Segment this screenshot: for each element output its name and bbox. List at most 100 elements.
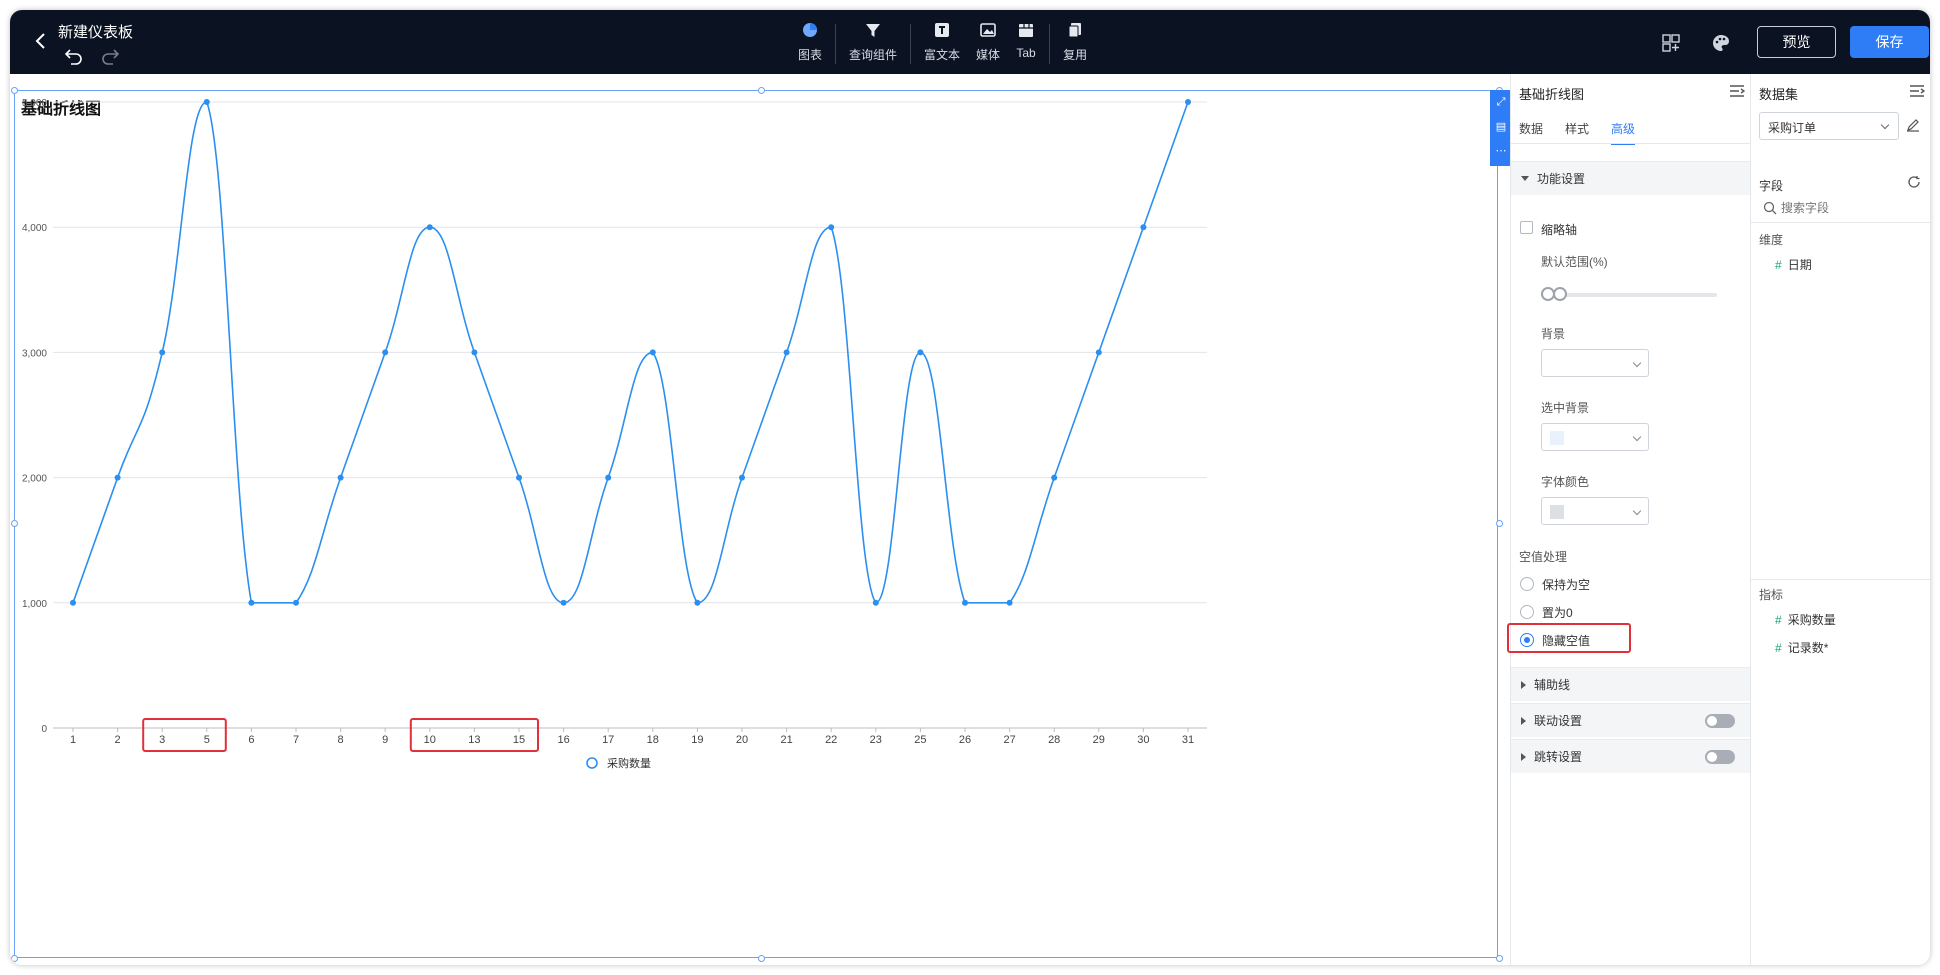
- null-handling-label: 空值处理: [1519, 550, 1568, 564]
- tool-label: 富文本: [924, 48, 961, 62]
- radio-label: 置为0: [1542, 606, 1573, 620]
- refresh-icon[interactable]: [1907, 175, 1921, 189]
- thumbnail-axis-checkbox[interactable]: [1520, 221, 1533, 234]
- resize-handle[interactable]: [1496, 520, 1503, 527]
- dataset-selected: 采购订单: [1768, 121, 1817, 135]
- search-field-input[interactable]: [1781, 198, 1921, 218]
- dataset-select[interactable]: 采购订单: [1759, 112, 1899, 140]
- resize-handle[interactable]: [758, 87, 765, 94]
- dataset-panel: 数据集 采购订单 字段 维度 # 日期 指标 # 采购数量 # 记录数*: [1750, 74, 1930, 965]
- dashboard-title[interactable]: 新建仪表板: [58, 21, 133, 42]
- x-tick-label: 17: [602, 734, 614, 746]
- x-tick-label: 5: [204, 734, 210, 746]
- font-color-label: 字体颜色: [1541, 475, 1590, 489]
- caret-right-icon: [1521, 716, 1526, 725]
- resize-handle[interactable]: [11, 87, 18, 94]
- resize-handle[interactable]: [1496, 955, 1503, 962]
- tool-richtext[interactable]: 富文本: [916, 20, 968, 68]
- data-point: [471, 349, 478, 356]
- divider: [1751, 579, 1930, 580]
- tab-style[interactable]: 样式: [1565, 120, 1589, 145]
- line-chart[interactable]: 01,0002,0003,0004,0005,0001 2 3 5 6 7 8 9 10 13 15…: [15, 91, 1499, 959]
- linkage-toggle[interactable]: [1705, 714, 1735, 728]
- jump-toggle[interactable]: [1705, 750, 1735, 764]
- expand-icon[interactable]: ⤢: [1490, 90, 1512, 114]
- x-tick-label: 20: [736, 734, 748, 746]
- x-tick-label: 2: [115, 734, 121, 746]
- text-icon: [935, 23, 950, 37]
- section-function-settings[interactable]: 功能设置: [1511, 161, 1751, 195]
- tab-icon: [1019, 24, 1034, 37]
- collapse-menu-icon[interactable]: [1909, 84, 1925, 98]
- separator: [910, 24, 912, 64]
- more-icon[interactable]: ⋯: [1490, 138, 1512, 162]
- tool-media[interactable]: 媒体: [968, 20, 1008, 68]
- data-point: [1185, 99, 1191, 105]
- undo-icon[interactable]: [64, 47, 84, 65]
- color-swatch: [1550, 431, 1564, 445]
- font-color-select[interactable]: [1541, 497, 1649, 525]
- tool-tab[interactable]: Tab: [1008, 20, 1044, 68]
- thumbnail-axis-label: 缩略轴: [1541, 223, 1578, 237]
- separator: [1049, 24, 1051, 64]
- y-tick-label: 3,000: [22, 348, 47, 359]
- radio-keep-null[interactable]: [1520, 577, 1534, 591]
- section-jump[interactable]: 跳转设置: [1511, 739, 1751, 773]
- data-point: [382, 349, 389, 356]
- collapse-menu-icon[interactable]: [1729, 84, 1745, 98]
- chart-widget[interactable]: 基础折线图 0 1,000 2,000 3,000 4,000 5,000 1 2 3 5 6 7 8 9…: [14, 90, 1498, 958]
- tool-query[interactable]: 查询组件: [841, 20, 905, 68]
- section-auxiliary-line[interactable]: 辅助线: [1511, 667, 1751, 701]
- y-tick-label: 0: [41, 724, 47, 735]
- y-tick-label: 5,000: [22, 98, 47, 109]
- resize-handle[interactable]: [758, 955, 765, 962]
- tab-data[interactable]: 数据: [1519, 120, 1543, 145]
- preview-button[interactable]: 预览: [1757, 26, 1836, 58]
- default-range-slider[interactable]: [1541, 287, 1717, 301]
- tab-advanced[interactable]: 高级: [1611, 120, 1636, 145]
- x-tick-label: 30: [1137, 734, 1149, 746]
- edit-icon[interactable]: [1906, 118, 1920, 132]
- data-point: [70, 599, 76, 606]
- details-icon[interactable]: ▤: [1490, 114, 1512, 138]
- save-button[interactable]: 保存: [1850, 26, 1929, 58]
- x-tick-label: 27: [1003, 734, 1015, 746]
- y-tick-label: 4,000: [22, 223, 47, 234]
- separator: [835, 24, 837, 64]
- x-tick-label: 16: [557, 734, 569, 746]
- caret-down-icon: [1521, 176, 1529, 181]
- tool-label: 图表: [798, 48, 823, 62]
- dimension-field-date[interactable]: # 日期: [1775, 256, 1812, 273]
- resize-handle[interactable]: [11, 520, 18, 527]
- dataset-title: 数据集: [1759, 87, 1799, 102]
- data-point: [293, 599, 299, 606]
- data-point: [1095, 349, 1102, 356]
- x-tick-label: 28: [1048, 734, 1060, 746]
- tool-chart[interactable]: 图表: [790, 20, 830, 68]
- palette-icon[interactable]: [1710, 32, 1732, 54]
- tool-label: 媒体: [976, 48, 1001, 62]
- selected-background-select[interactable]: [1541, 423, 1649, 451]
- panel-title: 基础折线图: [1519, 87, 1585, 102]
- metric-field-record-count[interactable]: # 记录数*: [1775, 639, 1828, 656]
- metric-field-purchase-qty[interactable]: # 采购数量: [1775, 611, 1836, 628]
- metric-label: 指标: [1759, 588, 1784, 602]
- background-select[interactable]: [1541, 349, 1649, 377]
- tool-reuse[interactable]: 复用: [1055, 20, 1095, 68]
- data-point: [426, 224, 433, 231]
- selected-background-label: 选中背景: [1541, 401, 1590, 415]
- radio-set-zero[interactable]: [1520, 605, 1534, 619]
- section-linkage[interactable]: 联动设置: [1511, 703, 1751, 737]
- tool-label: Tab: [1016, 46, 1036, 60]
- fields-label: 字段: [1759, 179, 1784, 193]
- search-icon: [1763, 201, 1777, 215]
- layout-icon[interactable]: [1660, 32, 1682, 54]
- resize-handle[interactable]: [11, 955, 18, 962]
- background-label: 背景: [1541, 327, 1566, 341]
- x-tick-label: 22: [825, 734, 837, 746]
- slider-handle-end[interactable]: [1553, 287, 1567, 301]
- back-arrow-icon[interactable]: [30, 30, 52, 52]
- redo-icon[interactable]: [100, 47, 120, 65]
- data-point: [783, 349, 790, 356]
- x-tick-label: 8: [338, 734, 344, 746]
